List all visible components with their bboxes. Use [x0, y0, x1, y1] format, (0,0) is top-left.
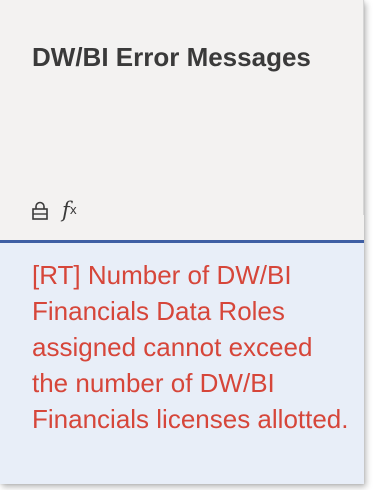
function-fx-icon[interactable]: fx — [62, 199, 77, 221]
card-body: [RT] Number of DW/BI Financials Data Rol… — [0, 243, 364, 484]
card-title: DW/BI Error Messages — [32, 42, 311, 72]
error-message-text: [RT] Number of DW/BI Financials Data Rol… — [32, 260, 349, 434]
icon-row: fx — [32, 197, 77, 223]
error-message-card: DW/BI Error Messages fx [RT] Number of D… — [0, 0, 364, 484]
lock-icon — [32, 201, 48, 220]
card-header: DW/BI Error Messages fx — [0, 0, 364, 220]
